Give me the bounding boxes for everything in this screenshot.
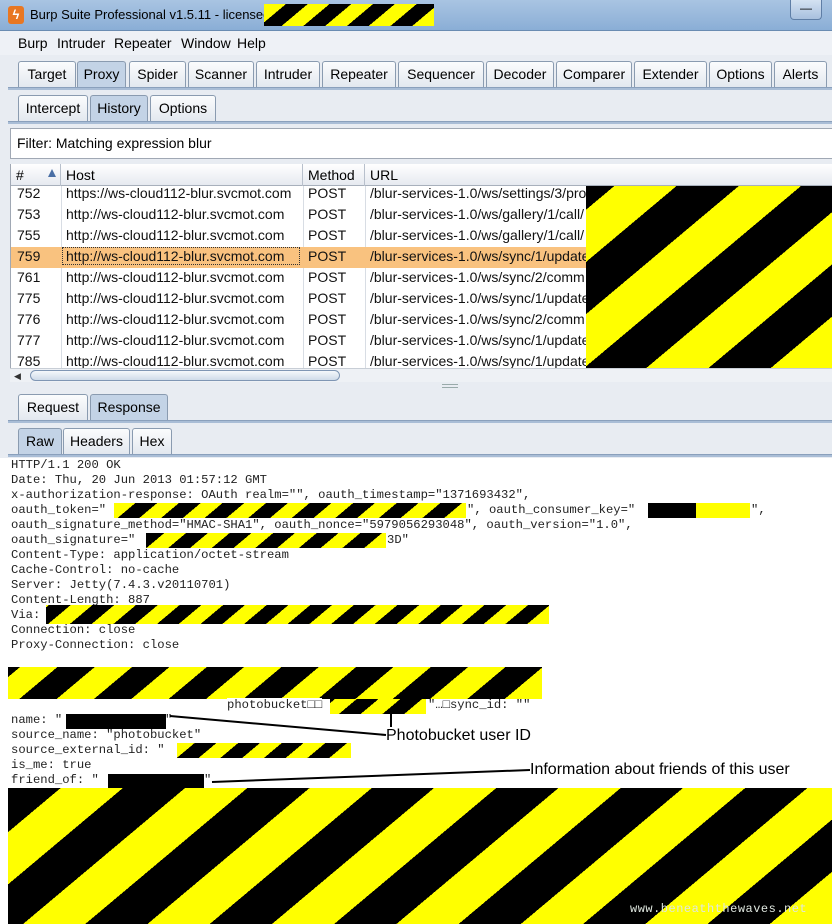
- friends-callout-line: [211, 769, 531, 783]
- annotation-user-id: Photobucket user ID: [386, 727, 531, 744]
- watermark: www.beneaththewaves.net: [630, 902, 808, 916]
- user-id-callout-line: [169, 715, 387, 736]
- annotation-friends: Information about friends of this user: [530, 761, 790, 778]
- annotation-lines: [169, 713, 531, 783]
